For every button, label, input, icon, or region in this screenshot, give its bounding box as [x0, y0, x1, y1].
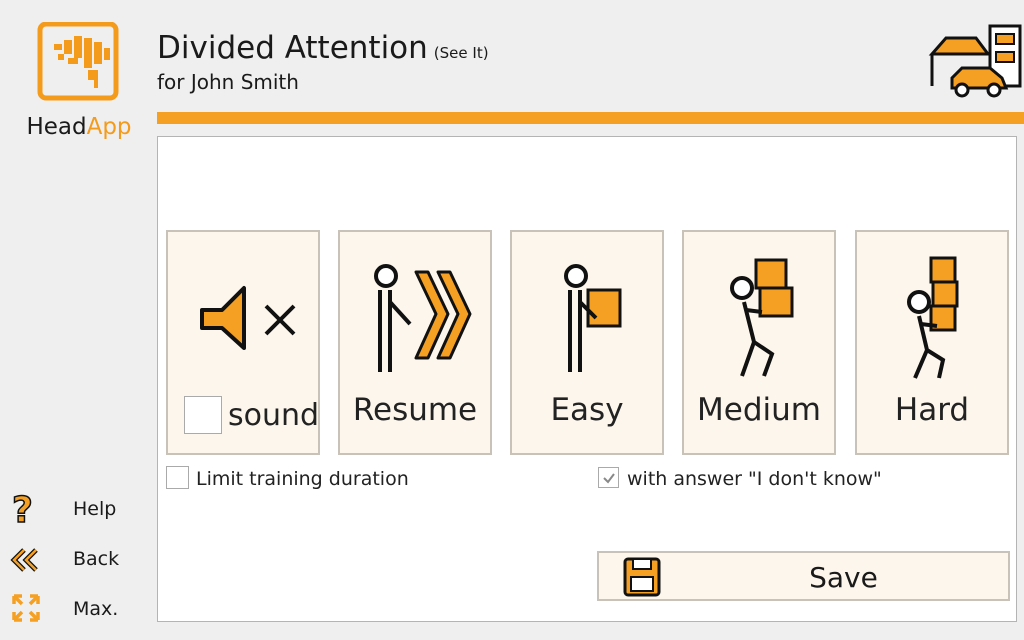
logo-text: HeadApp: [26, 114, 132, 140]
speaker-mute-icon: [200, 286, 296, 350]
dont-know-label: with answer "I don't know": [627, 468, 882, 490]
svg-text:?: ?: [12, 490, 33, 530]
double-chevron-left-icon: [10, 548, 38, 572]
dont-know-checkbox[interactable]: [598, 467, 619, 488]
user-name: for John Smith: [157, 70, 299, 94]
question-icon: ?: [11, 490, 33, 530]
sound-checkbox[interactable]: [184, 396, 222, 434]
person-one-box-icon: [564, 264, 622, 372]
save-label: Save: [809, 561, 878, 594]
resume-card[interactable]: Resume: [338, 230, 492, 455]
save-button[interactable]: Save: [597, 551, 1010, 601]
page-subtitle: (See It): [433, 44, 489, 62]
expand-arrows-icon: [12, 594, 40, 622]
easy-card[interactable]: Easy: [510, 230, 664, 455]
help-button[interactable]: ? Help: [8, 490, 148, 530]
hard-card[interactable]: Hard: [855, 230, 1009, 455]
maximize-button[interactable]: Max.: [8, 590, 148, 630]
sound-card[interactable]: sound: [166, 230, 320, 455]
header-divider: [157, 112, 1024, 124]
hard-label: Hard: [894, 392, 970, 428]
person-two-boxes-icon: [730, 258, 794, 377]
limit-duration-checkbox[interactable]: [166, 466, 189, 489]
sound-label: sound: [228, 398, 320, 433]
resume-icon: [374, 264, 472, 372]
medium-card[interactable]: Medium: [682, 230, 836, 455]
page-title: Divided Attention (See It): [157, 30, 489, 66]
medium-label: Medium: [697, 392, 821, 428]
headapp-logo: HeadApp: [24, 21, 134, 147]
help-label: Help: [73, 498, 117, 520]
person-three-boxes-icon: [907, 256, 959, 379]
max-label: Max.: [73, 598, 119, 620]
back-button[interactable]: Back: [8, 540, 148, 580]
back-label: Back: [73, 548, 120, 570]
easy-label: Easy: [550, 392, 624, 428]
limit-duration-label: Limit training duration: [196, 468, 409, 490]
brain-icon: [37, 21, 119, 101]
resume-label: Resume: [352, 392, 478, 428]
checkmark-icon: [602, 472, 615, 484]
home-car-icon[interactable]: [928, 24, 1024, 100]
